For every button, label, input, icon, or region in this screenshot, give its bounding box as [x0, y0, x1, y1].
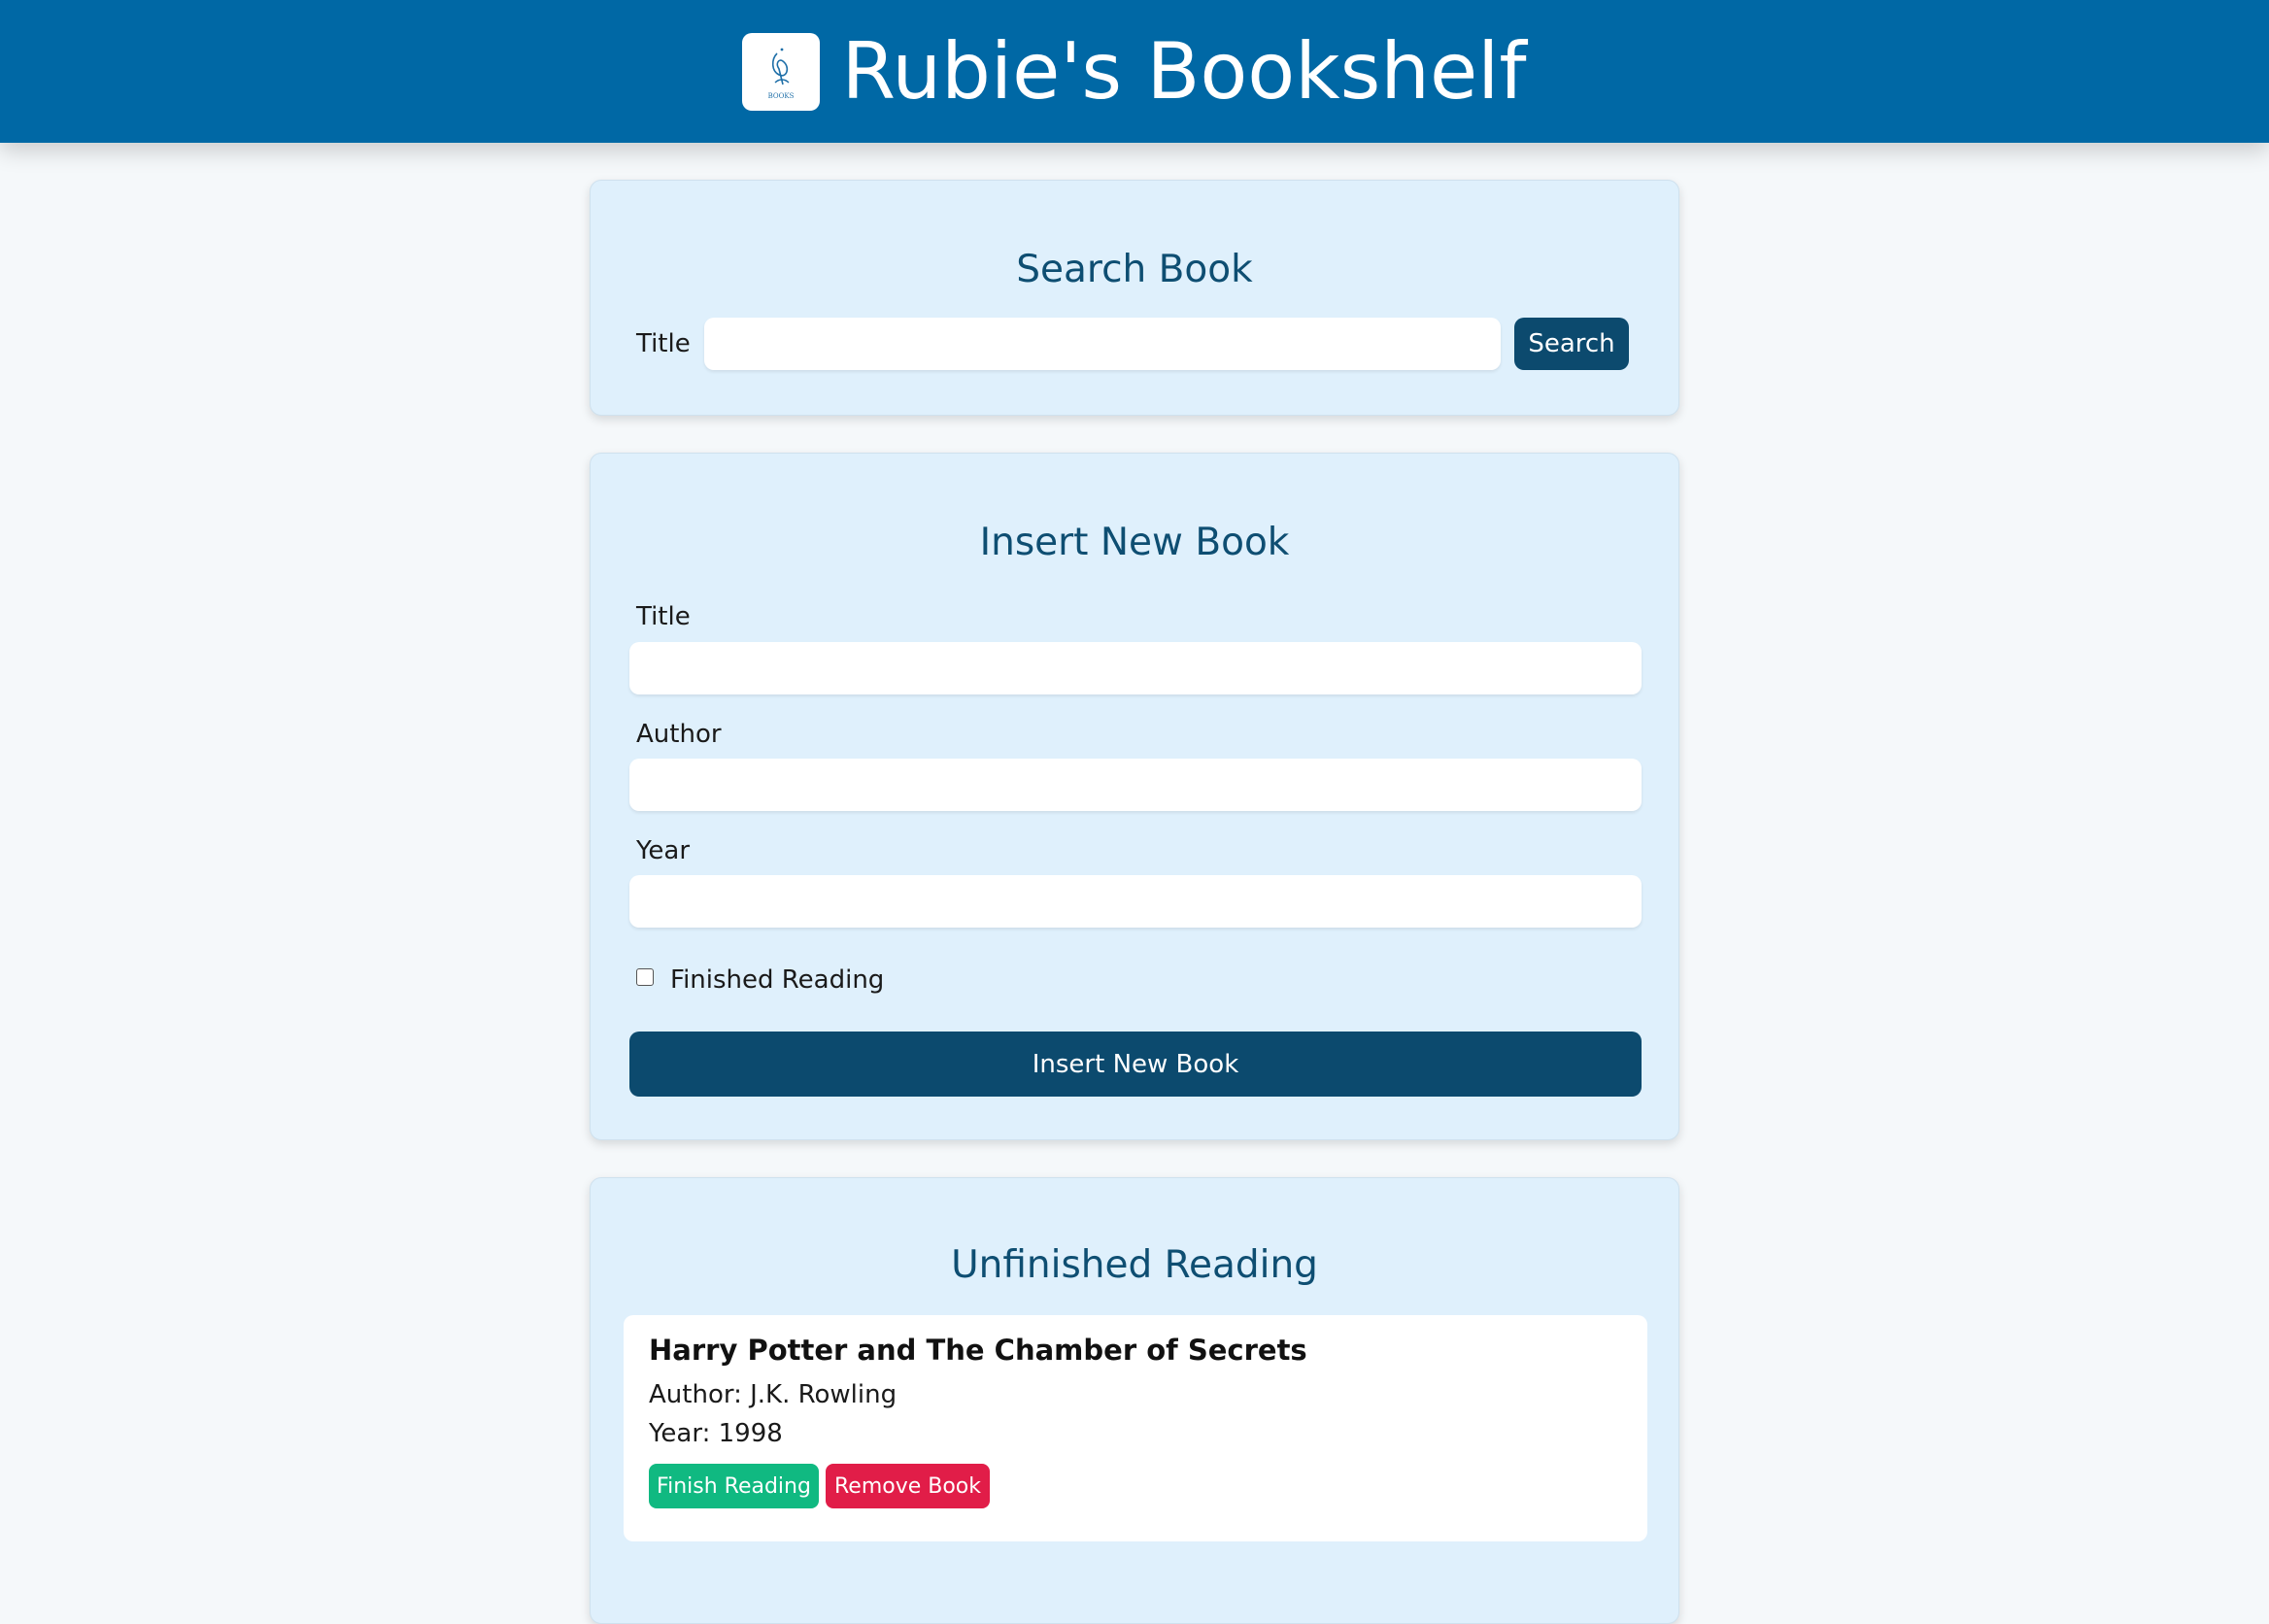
- books-logo-icon: BOOKS: [742, 32, 821, 111]
- remove-book-button[interactable]: Remove Book: [826, 1464, 990, 1508]
- insert-author-label: Author: [636, 720, 722, 749]
- unfinished-card: Unfinished Reading Harry Potter and The …: [590, 1177, 1679, 1624]
- books-logo-svg: BOOKS: [768, 48, 795, 100]
- insert-author-input[interactable]: [629, 759, 1642, 811]
- insert-title-label: Title: [636, 602, 691, 631]
- search-title-label: Title: [636, 329, 691, 358]
- search-card: Search Book Title Search: [590, 180, 1679, 416]
- book-year: Year: 1998: [649, 1419, 783, 1448]
- insert-year-input[interactable]: [629, 875, 1642, 928]
- app-header: BOOKS Rubie's Bookshelf: [0, 0, 2269, 143]
- insert-year-label: Year: [636, 836, 691, 865]
- insert-submit-button[interactable]: Insert New Book: [629, 1032, 1642, 1097]
- book-title: Harry Potter and The Chamber of Secrets: [649, 1334, 1307, 1367]
- app-title: Rubie's Bookshelf: [841, 25, 1527, 117]
- book-author: Author: J.K. Rowling: [649, 1380, 897, 1409]
- search-title-input[interactable]: [704, 318, 1501, 370]
- insert-card: Insert New Book Title Author Year Finish…: [590, 453, 1679, 1140]
- logo-text: BOOKS: [768, 92, 795, 100]
- finished-reading-checkbox[interactable]: [636, 968, 654, 986]
- finished-reading-label: Finished Reading: [670, 965, 885, 995]
- unfinished-heading: Unfinished Reading: [951, 1243, 1318, 1287]
- search-heading: Search Book: [1016, 248, 1253, 291]
- search-button[interactable]: Search: [1514, 318, 1629, 370]
- insert-heading: Insert New Book: [979, 521, 1290, 564]
- insert-title-input[interactable]: [629, 642, 1642, 694]
- finish-reading-button[interactable]: Finish Reading: [649, 1464, 819, 1508]
- book-item: Harry Potter and The Chamber of Secrets …: [624, 1315, 1647, 1541]
